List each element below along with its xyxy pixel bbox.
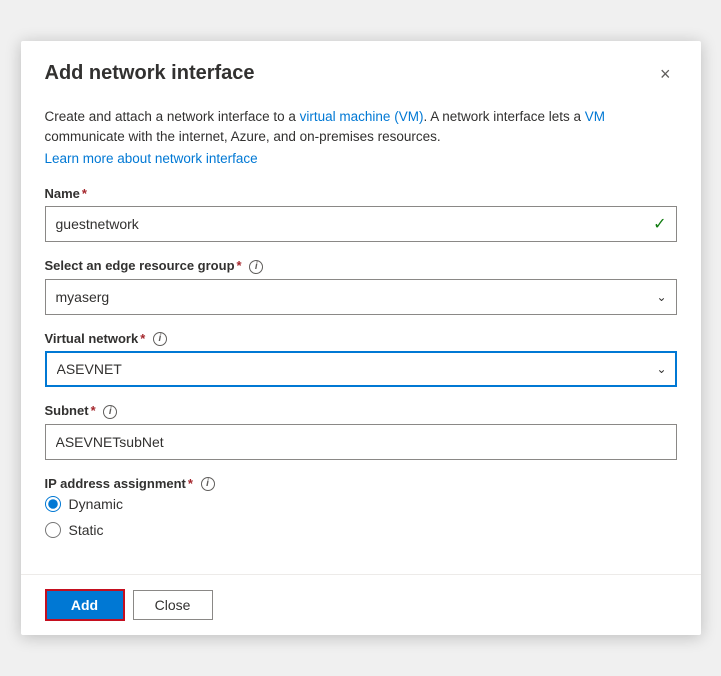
subnet-label: Subnet* i [45, 403, 677, 419]
static-radio[interactable] [45, 522, 61, 538]
edge-rg-select-wrapper: myaserg ⌄ [45, 279, 677, 315]
static-radio-item[interactable]: Static [45, 522, 677, 538]
static-radio-label: Static [69, 522, 104, 538]
dynamic-radio-label: Dynamic [69, 496, 123, 512]
dynamic-radio-item[interactable]: Dynamic [45, 496, 677, 512]
virtual-network-label: Virtual network* i [45, 331, 677, 347]
name-input[interactable] [45, 206, 677, 242]
name-check-icon: ✓ [653, 214, 666, 234]
virtual-network-field-group: Virtual network* i ASEVNET ⌄ [45, 331, 677, 388]
name-label: Name* [45, 186, 677, 201]
vm-link2[interactable]: VM [585, 109, 605, 124]
ip-assignment-info-icon[interactable]: i [201, 477, 215, 491]
description-text: Create and attach a network interface to… [45, 107, 677, 148]
ip-assignment-label: IP address assignment* i [45, 476, 677, 492]
ip-assignment-field-group: IP address assignment* i Dynamic Static [45, 476, 677, 539]
virtual-network-info-icon[interactable]: i [153, 332, 167, 346]
dialog-title: Add network interface [45, 62, 255, 85]
edge-rg-field-group: Select an edge resource group* i myaserg… [45, 258, 677, 315]
name-required: * [82, 186, 87, 201]
virtual-network-select[interactable]: ASEVNET [45, 351, 677, 387]
add-network-interface-dialog: Add network interface × Create and attac… [21, 41, 701, 636]
edge-rg-info-icon[interactable]: i [249, 260, 263, 274]
ip-radio-group: Dynamic Static [45, 496, 677, 538]
dialog-header: Add network interface × [21, 41, 701, 103]
name-field-group: Name* ✓ [45, 186, 677, 242]
edge-rg-select[interactable]: myaserg [45, 279, 677, 315]
name-input-wrapper: ✓ [45, 206, 677, 242]
subnet-input[interactable] [45, 424, 677, 460]
edge-rg-label: Select an edge resource group* i [45, 258, 677, 274]
vm-link1[interactable]: virtual machine (VM) [300, 109, 424, 124]
subnet-info-icon[interactable]: i [103, 405, 117, 419]
close-button[interactable]: Close [133, 590, 213, 620]
add-button[interactable]: Add [45, 589, 125, 621]
dialog-body: Create and attach a network interface to… [21, 103, 701, 575]
virtual-network-select-wrapper: ASEVNET ⌄ [45, 351, 677, 387]
dialog-footer: Add Close [21, 574, 701, 635]
dynamic-radio[interactable] [45, 496, 61, 512]
learn-more-link[interactable]: Learn more about network interface [45, 151, 677, 166]
subnet-field-group: Subnet* i [45, 403, 677, 460]
close-icon-button[interactable]: × [654, 61, 677, 87]
